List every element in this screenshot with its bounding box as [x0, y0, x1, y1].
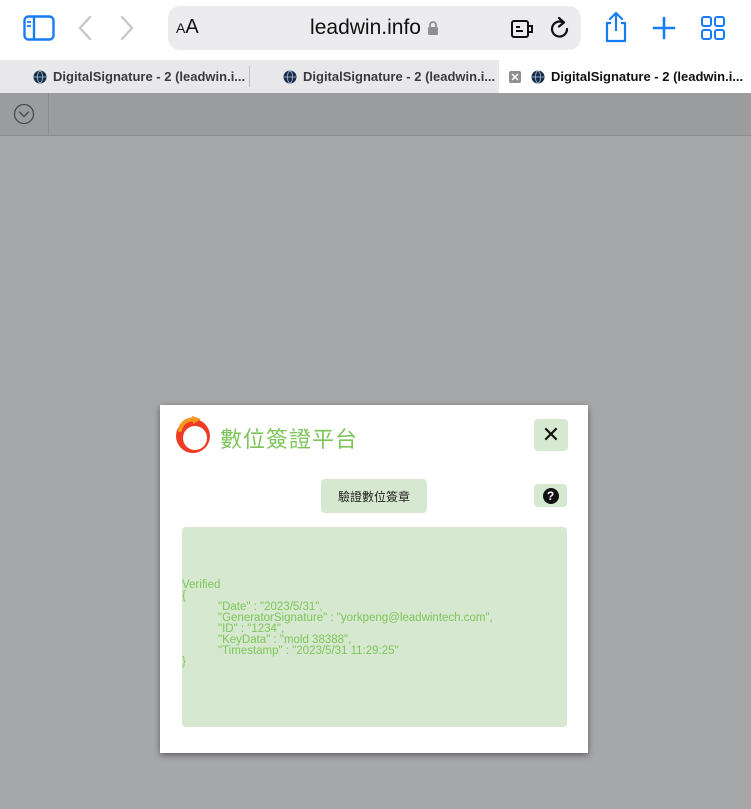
tab-label: DigitalSignature - 2 (leadwin.i...: [53, 69, 246, 84]
signature-dialog: 數位簽證平台 ✕ 驗證數位簽章 ? Verified{"Date" : "202…: [160, 405, 588, 753]
dialog-title: 數位簽證平台: [220, 428, 359, 453]
tab-bar: DigitalSignature - 2 (leadwin.i... Digit…: [0, 60, 751, 94]
tab-overview-icon[interactable]: [699, 11, 727, 45]
help-button[interactable]: ?: [534, 484, 567, 507]
close-button[interactable]: ✕: [534, 419, 568, 451]
verify-signature-button[interactable]: 驗證數位簽章: [321, 479, 427, 513]
tab-1[interactable]: DigitalSignature - 2 (leadwin.i...: [0, 60, 249, 93]
url-text: leadwin.info: [310, 16, 421, 39]
tab-close-icon[interactable]: [509, 70, 521, 83]
address-bar[interactable]: AA leadwin.info: [168, 6, 581, 50]
sidebar-icon[interactable]: [22, 11, 56, 45]
forward-icon[interactable]: [116, 11, 138, 45]
expand-button[interactable]: [0, 93, 49, 135]
extension-icon[interactable]: [508, 12, 538, 46]
globe-icon: [283, 70, 297, 84]
result-status: Verified: [182, 579, 221, 591]
tab-2[interactable]: DigitalSignature - 2 (leadwin.i...: [250, 60, 499, 93]
reload-icon[interactable]: [547, 12, 573, 46]
lock-icon: [427, 21, 438, 35]
globe-icon: [531, 70, 545, 84]
verification-result-text: Verified{"Date" : "2023/5/31", "Generator…: [182, 579, 493, 668]
tab-label: DigitalSignature - 2 (leadwin.i...: [551, 69, 744, 84]
verification-result-panel: Verified{"Date" : "2023/5/31", "Generator…: [182, 527, 567, 727]
result-close-brace: }: [182, 656, 186, 668]
share-icon[interactable]: [601, 10, 631, 44]
help-icon: ?: [542, 487, 559, 504]
chevron-down-circle-icon: [13, 103, 35, 125]
browser-toolbar: AA leadwin.info: [0, 0, 751, 60]
back-icon[interactable]: [74, 11, 96, 45]
tab-3-active[interactable]: DigitalSignature - 2 (leadwin.i...: [499, 60, 751, 93]
tab-label: DigitalSignature - 2 (leadwin.i...: [303, 69, 496, 84]
page-toolbar: [0, 93, 751, 136]
platform-logo-icon: [176, 416, 210, 453]
globe-icon: [33, 70, 47, 84]
result-line-timestamp: "Timestamp" : "2023/5/31 11:29:25": [218, 645, 399, 657]
new-tab-icon[interactable]: [650, 11, 678, 45]
